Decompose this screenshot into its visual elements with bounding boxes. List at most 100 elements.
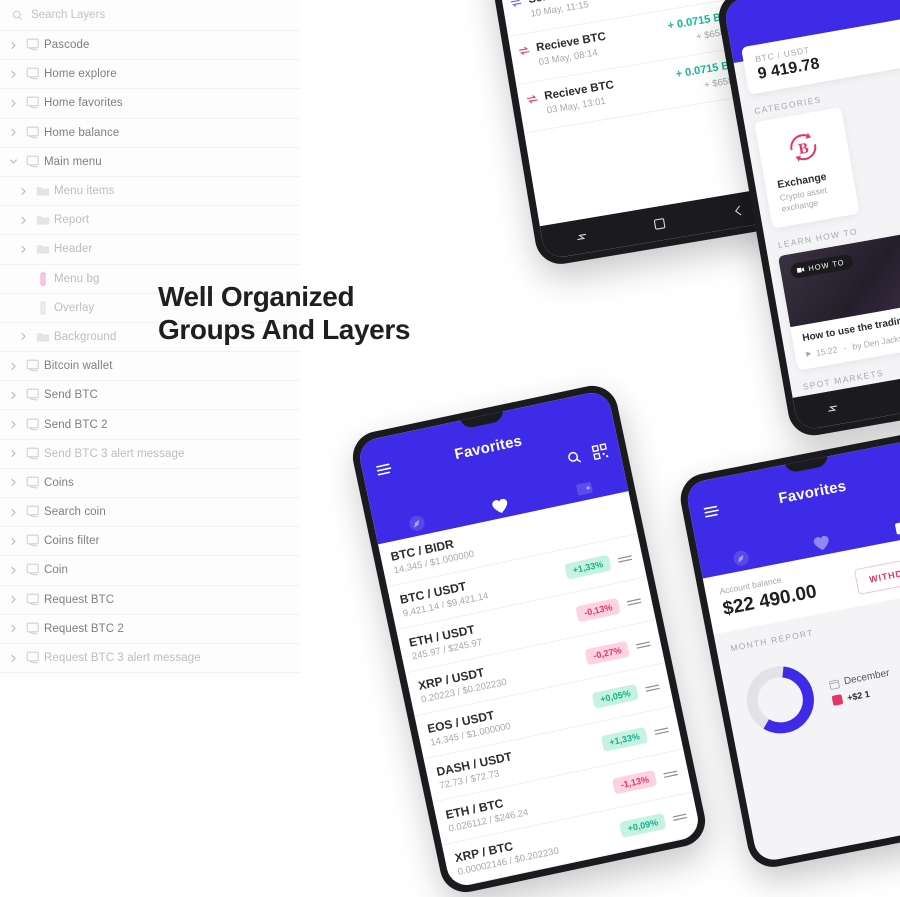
layer-name: Send BTC 3 alert message [44, 448, 184, 460]
artboard-icon [22, 67, 44, 81]
chevron-right-icon[interactable] [4, 70, 22, 79]
folder-icon [32, 243, 54, 255]
transfer-arrows-icon [526, 94, 538, 105]
chevron-right-icon[interactable] [4, 391, 22, 400]
chevron-right-icon[interactable] [14, 187, 32, 196]
change-badge: +1,33% [601, 726, 648, 751]
layer-name: Send BTC 2 [44, 419, 108, 431]
layer-row-search-coin[interactable]: Search coin [0, 498, 300, 527]
layer-name: Main menu [44, 156, 102, 168]
chevron-placeholder[interactable] [14, 274, 32, 283]
artboard-icon [22, 651, 44, 665]
layer-name: Menu items [54, 185, 114, 197]
layer-name: Coins filter [44, 535, 100, 547]
chevron-right-icon[interactable] [4, 508, 22, 517]
chevron-right-icon[interactable] [4, 449, 22, 458]
layer-name: Overlay [54, 302, 94, 314]
layer-name: Bitcoin wallet [44, 360, 113, 372]
layer-row-btc-address[interactable]: BTC Address [0, 673, 300, 680]
change-badge: -1,13% [612, 769, 657, 793]
sparkline-icon [635, 639, 652, 651]
search-icon [12, 10, 23, 21]
rectangle-shape-icon [32, 301, 54, 315]
layer-row-request-btc[interactable]: Request BTC [0, 586, 300, 615]
favorites-screen: Favorites BTC / BIDR14,345 / $1.000000BT… [356, 389, 701, 888]
layer-row-request-btc-2[interactable]: Request BTC 2 [0, 615, 300, 644]
artboard-icon [22, 388, 44, 402]
layer-row-send-btc-2[interactable]: Send BTC 2 [0, 410, 300, 439]
layer-row-request-btc-3-alert-message[interactable]: Request BTC 3 alert message [0, 644, 300, 673]
chevron-right-icon[interactable] [4, 99, 22, 108]
sparkline-icon [617, 553, 634, 565]
chevron-right-icon[interactable] [4, 420, 22, 429]
chevron-right-icon[interactable] [4, 624, 22, 633]
chevron-right-icon[interactable] [14, 332, 32, 341]
chevron-right-icon[interactable] [4, 128, 22, 137]
chevron-right-icon[interactable] [4, 595, 22, 604]
chevron-right-icon[interactable] [4, 654, 22, 663]
layer-row-menu-items[interactable]: Menu items [0, 177, 300, 206]
layer-row-coins[interactable]: Coins [0, 469, 300, 498]
donut-chart [735, 654, 827, 750]
svg-text:B: B [797, 140, 810, 157]
layer-row-home-favorites[interactable]: Home favorites [0, 89, 300, 118]
layer-row-report[interactable]: Report [0, 206, 300, 235]
chevron-right-icon[interactable] [4, 362, 22, 371]
chevron-down-icon[interactable] [4, 157, 22, 166]
search-input[interactable] [31, 9, 231, 21]
back-icon[interactable] [731, 203, 746, 218]
artboard-icon [22, 476, 44, 490]
search-icon[interactable] [566, 449, 583, 466]
tab-wallet-icon[interactable] [893, 517, 900, 536]
change-badge: -0,27% [585, 640, 630, 664]
artboard-icon [22, 534, 44, 548]
chevron-right-icon[interactable] [14, 216, 32, 225]
layer-list: Pascode Home exploreHome favoritesHome ba… [0, 31, 300, 680]
search-layers-row[interactable] [0, 0, 300, 31]
layer-row-header[interactable]: Header [0, 235, 300, 264]
pair-row-right: -0,13% [576, 592, 643, 621]
change-badge: +1,33% [564, 554, 611, 579]
layer-row-send-btc-3-alert-message[interactable]: Send BTC 3 alert message [0, 440, 300, 469]
chevron-placeholder[interactable] [14, 303, 32, 312]
chevron-right-icon[interactable] [14, 245, 32, 254]
tab-explore-icon[interactable] [407, 513, 427, 533]
tab-favorites-icon[interactable] [812, 533, 832, 552]
chevron-right-icon[interactable] [4, 478, 22, 487]
home-icon[interactable] [653, 216, 668, 231]
layer-row-home-balance[interactable]: Home balance [0, 119, 300, 148]
headline-line-2: Groups And Layers [158, 313, 458, 346]
layer-row-coins-filter[interactable]: Coins filter [0, 527, 300, 556]
layer-row-send-btc[interactable]: Send BTC [0, 381, 300, 410]
layer-row-home-explore[interactable]: Home explore [0, 60, 300, 89]
withdraw-button[interactable]: WITHDRAW [854, 553, 900, 594]
layer-name: Report [54, 214, 89, 226]
folder-icon [32, 185, 54, 197]
phone-mockup-favorites: Favorites BTC / BIDR14,345 / $1.000000BT… [348, 381, 710, 897]
layer-row-coin[interactable]: Coin [0, 556, 300, 585]
tab-favorites-icon[interactable] [491, 496, 511, 515]
qr-code-icon[interactable] [591, 443, 609, 461]
transfer-arrows-icon [510, 0, 522, 8]
tab-explore-icon[interactable] [731, 548, 751, 568]
chevron-right-icon[interactable] [4, 537, 22, 546]
transaction-list: Send BTC11 July, 17:05- 0.043010 BTC- $3… [476, 0, 759, 134]
rectangle-shape-icon [32, 272, 54, 286]
layer-name: Menu bg [54, 273, 99, 285]
tab-wallet-icon[interactable] [574, 478, 594, 497]
legend-swatch [832, 694, 844, 706]
favorites-list: BTC / BIDR14,345 / $1.000000BTC / USDT9,… [378, 491, 702, 889]
category-card-exchange[interactable]: B Exchange Crypto asset exchange [754, 107, 859, 229]
chevron-right-icon[interactable] [4, 41, 22, 50]
recents-icon[interactable] [574, 229, 589, 244]
layer-name: Pascode [44, 39, 89, 51]
layer-row-bitcoin-wallet[interactable]: Bitcoin wallet [0, 352, 300, 381]
layer-name: Coin [44, 564, 68, 576]
folder-icon [32, 331, 54, 343]
layer-row-pascode[interactable]: Pascode [0, 31, 300, 60]
layer-name: Send BTC [44, 389, 98, 401]
recents-icon[interactable] [825, 400, 840, 415]
layer-row-main-menu[interactable]: Main menu [0, 148, 300, 177]
chevron-right-icon[interactable] [4, 566, 22, 575]
artboard-icon [22, 593, 44, 607]
